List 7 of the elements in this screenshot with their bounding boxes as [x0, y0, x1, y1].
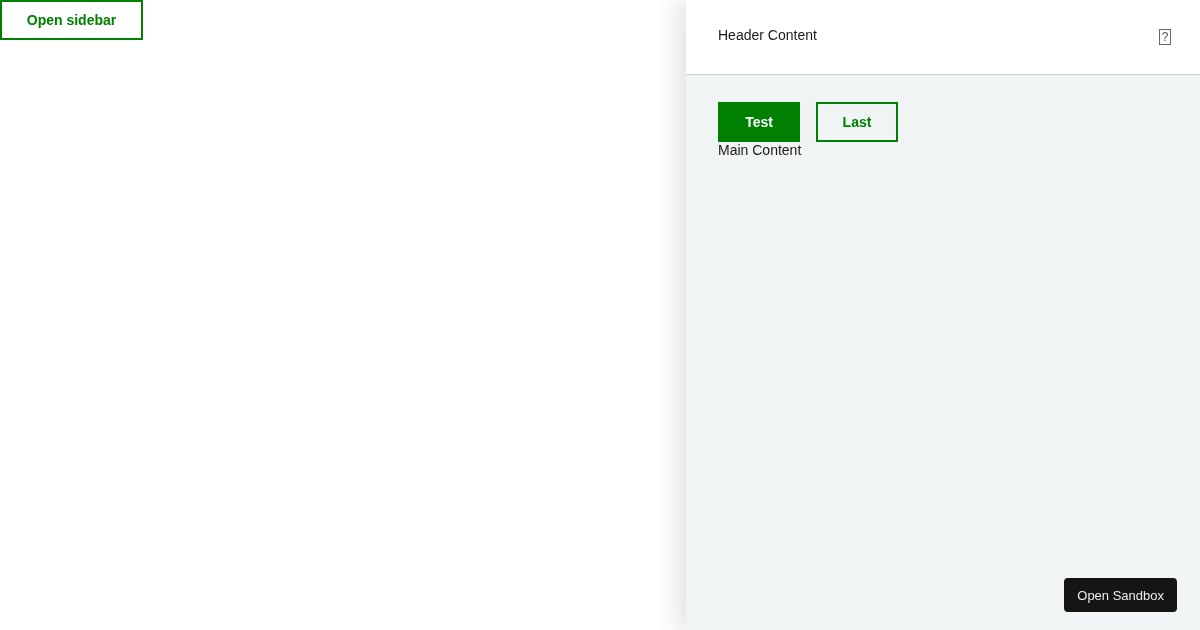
open-sandbox-button[interactable]: Open Sandbox: [1064, 578, 1177, 612]
primary-button[interactable]: Test: [718, 102, 800, 142]
help-icon[interactable]: ?: [1159, 29, 1171, 45]
main-content-text: Main Content: [718, 142, 803, 158]
header-title: Header Content: [718, 27, 817, 43]
outline-button[interactable]: Last: [816, 102, 898, 142]
open-sidebar-button[interactable]: Open sidebar: [0, 0, 143, 40]
